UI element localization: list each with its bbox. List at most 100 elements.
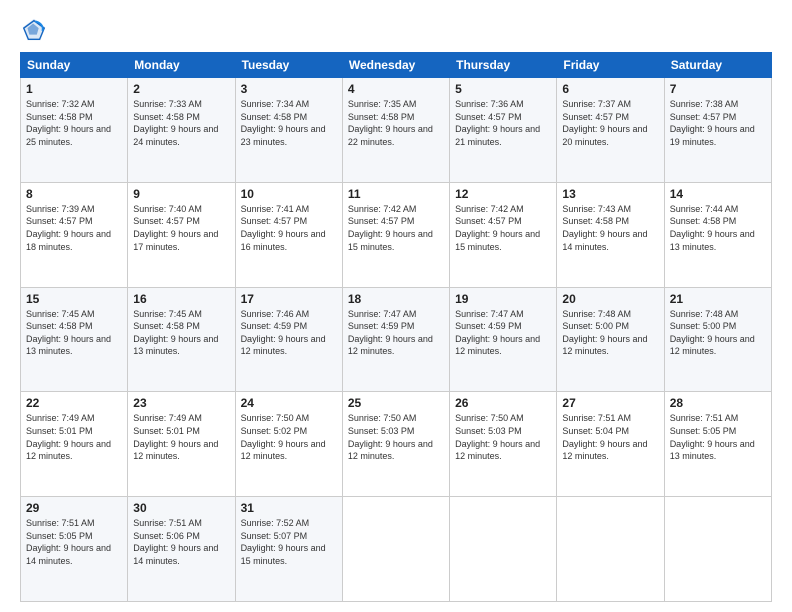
- day-info: Sunrise: 7:38 AMSunset: 4:57 PMDaylight:…: [670, 99, 755, 147]
- day-info: Sunrise: 7:51 AMSunset: 5:05 PMDaylight:…: [670, 413, 755, 461]
- day-info: Sunrise: 7:48 AMSunset: 5:00 PMDaylight:…: [670, 309, 755, 357]
- calendar-week-4: 22 Sunrise: 7:49 AMSunset: 5:01 PMDaylig…: [21, 392, 772, 497]
- day-info: Sunrise: 7:42 AMSunset: 4:57 PMDaylight:…: [455, 204, 540, 252]
- day-number: 9: [133, 187, 229, 201]
- day-number: 25: [348, 396, 444, 410]
- day-number: 20: [562, 292, 658, 306]
- calendar-week-3: 15 Sunrise: 7:45 AMSunset: 4:58 PMDaylig…: [21, 287, 772, 392]
- empty-cell: [450, 497, 557, 602]
- day-info: Sunrise: 7:44 AMSunset: 4:58 PMDaylight:…: [670, 204, 755, 252]
- day-info: Sunrise: 7:51 AMSunset: 5:06 PMDaylight:…: [133, 518, 218, 566]
- calendar-day-13: 13 Sunrise: 7:43 AMSunset: 4:58 PMDaylig…: [557, 182, 664, 287]
- calendar-day-22: 22 Sunrise: 7:49 AMSunset: 5:01 PMDaylig…: [21, 392, 128, 497]
- day-info: Sunrise: 7:45 AMSunset: 4:58 PMDaylight:…: [26, 309, 111, 357]
- calendar-week-5: 29 Sunrise: 7:51 AMSunset: 5:05 PMDaylig…: [21, 497, 772, 602]
- day-number: 4: [348, 82, 444, 96]
- weekday-header-friday: Friday: [557, 53, 664, 78]
- day-info: Sunrise: 7:41 AMSunset: 4:57 PMDaylight:…: [241, 204, 326, 252]
- day-number: 1: [26, 82, 122, 96]
- day-number: 23: [133, 396, 229, 410]
- calendar-day-6: 6 Sunrise: 7:37 AMSunset: 4:57 PMDayligh…: [557, 78, 664, 183]
- day-number: 10: [241, 187, 337, 201]
- calendar-day-31: 31 Sunrise: 7:52 AMSunset: 5:07 PMDaylig…: [235, 497, 342, 602]
- day-info: Sunrise: 7:51 AMSunset: 5:05 PMDaylight:…: [26, 518, 111, 566]
- calendar-day-12: 12 Sunrise: 7:42 AMSunset: 4:57 PMDaylig…: [450, 182, 557, 287]
- day-number: 26: [455, 396, 551, 410]
- weekday-header-tuesday: Tuesday: [235, 53, 342, 78]
- day-number: 11: [348, 187, 444, 201]
- day-number: 7: [670, 82, 766, 96]
- day-number: 19: [455, 292, 551, 306]
- calendar-day-8: 8 Sunrise: 7:39 AMSunset: 4:57 PMDayligh…: [21, 182, 128, 287]
- calendar-day-3: 3 Sunrise: 7:34 AMSunset: 4:58 PMDayligh…: [235, 78, 342, 183]
- day-number: 24: [241, 396, 337, 410]
- day-number: 29: [26, 501, 122, 515]
- day-info: Sunrise: 7:47 AMSunset: 4:59 PMDaylight:…: [455, 309, 540, 357]
- day-info: Sunrise: 7:52 AMSunset: 5:07 PMDaylight:…: [241, 518, 326, 566]
- day-info: Sunrise: 7:32 AMSunset: 4:58 PMDaylight:…: [26, 99, 111, 147]
- day-number: 21: [670, 292, 766, 306]
- day-number: 3: [241, 82, 337, 96]
- weekday-header-wednesday: Wednesday: [342, 53, 449, 78]
- day-info: Sunrise: 7:49 AMSunset: 5:01 PMDaylight:…: [26, 413, 111, 461]
- day-number: 18: [348, 292, 444, 306]
- day-number: 5: [455, 82, 551, 96]
- calendar-day-2: 2 Sunrise: 7:33 AMSunset: 4:58 PMDayligh…: [128, 78, 235, 183]
- day-number: 15: [26, 292, 122, 306]
- calendar-day-26: 26 Sunrise: 7:50 AMSunset: 5:03 PMDaylig…: [450, 392, 557, 497]
- day-info: Sunrise: 7:50 AMSunset: 5:03 PMDaylight:…: [455, 413, 540, 461]
- day-info: Sunrise: 7:35 AMSunset: 4:58 PMDaylight:…: [348, 99, 433, 147]
- day-number: 14: [670, 187, 766, 201]
- day-info: Sunrise: 7:50 AMSunset: 5:03 PMDaylight:…: [348, 413, 433, 461]
- calendar-day-29: 29 Sunrise: 7:51 AMSunset: 5:05 PMDaylig…: [21, 497, 128, 602]
- day-info: Sunrise: 7:36 AMSunset: 4:57 PMDaylight:…: [455, 99, 540, 147]
- day-number: 13: [562, 187, 658, 201]
- day-number: 16: [133, 292, 229, 306]
- day-info: Sunrise: 7:45 AMSunset: 4:58 PMDaylight:…: [133, 309, 218, 357]
- day-info: Sunrise: 7:33 AMSunset: 4:58 PMDaylight:…: [133, 99, 218, 147]
- calendar-week-1: 1 Sunrise: 7:32 AMSunset: 4:58 PMDayligh…: [21, 78, 772, 183]
- day-number: 8: [26, 187, 122, 201]
- calendar-day-15: 15 Sunrise: 7:45 AMSunset: 4:58 PMDaylig…: [21, 287, 128, 392]
- calendar-day-17: 17 Sunrise: 7:46 AMSunset: 4:59 PMDaylig…: [235, 287, 342, 392]
- day-info: Sunrise: 7:40 AMSunset: 4:57 PMDaylight:…: [133, 204, 218, 252]
- header: [20, 16, 772, 44]
- day-info: Sunrise: 7:46 AMSunset: 4:59 PMDaylight:…: [241, 309, 326, 357]
- day-number: 2: [133, 82, 229, 96]
- day-number: 30: [133, 501, 229, 515]
- calendar-day-9: 9 Sunrise: 7:40 AMSunset: 4:57 PMDayligh…: [128, 182, 235, 287]
- calendar-week-2: 8 Sunrise: 7:39 AMSunset: 4:57 PMDayligh…: [21, 182, 772, 287]
- calendar-day-24: 24 Sunrise: 7:50 AMSunset: 5:02 PMDaylig…: [235, 392, 342, 497]
- day-info: Sunrise: 7:34 AMSunset: 4:58 PMDaylight:…: [241, 99, 326, 147]
- weekday-header-thursday: Thursday: [450, 53, 557, 78]
- calendar-day-5: 5 Sunrise: 7:36 AMSunset: 4:57 PMDayligh…: [450, 78, 557, 183]
- calendar-day-18: 18 Sunrise: 7:47 AMSunset: 4:59 PMDaylig…: [342, 287, 449, 392]
- day-info: Sunrise: 7:43 AMSunset: 4:58 PMDaylight:…: [562, 204, 647, 252]
- day-number: 17: [241, 292, 337, 306]
- day-info: Sunrise: 7:37 AMSunset: 4:57 PMDaylight:…: [562, 99, 647, 147]
- day-info: Sunrise: 7:48 AMSunset: 5:00 PMDaylight:…: [562, 309, 647, 357]
- page: SundayMondayTuesdayWednesdayThursdayFrid…: [0, 0, 792, 612]
- calendar-day-14: 14 Sunrise: 7:44 AMSunset: 4:58 PMDaylig…: [664, 182, 771, 287]
- day-info: Sunrise: 7:47 AMSunset: 4:59 PMDaylight:…: [348, 309, 433, 357]
- empty-cell: [664, 497, 771, 602]
- day-info: Sunrise: 7:49 AMSunset: 5:01 PMDaylight:…: [133, 413, 218, 461]
- weekday-header-sunday: Sunday: [21, 53, 128, 78]
- calendar-day-28: 28 Sunrise: 7:51 AMSunset: 5:05 PMDaylig…: [664, 392, 771, 497]
- empty-cell: [342, 497, 449, 602]
- logo: [20, 16, 52, 44]
- day-number: 12: [455, 187, 551, 201]
- empty-cell: [557, 497, 664, 602]
- calendar-day-23: 23 Sunrise: 7:49 AMSunset: 5:01 PMDaylig…: [128, 392, 235, 497]
- calendar-day-30: 30 Sunrise: 7:51 AMSunset: 5:06 PMDaylig…: [128, 497, 235, 602]
- logo-icon: [20, 16, 48, 44]
- calendar-day-7: 7 Sunrise: 7:38 AMSunset: 4:57 PMDayligh…: [664, 78, 771, 183]
- weekday-header-monday: Monday: [128, 53, 235, 78]
- calendar-day-16: 16 Sunrise: 7:45 AMSunset: 4:58 PMDaylig…: [128, 287, 235, 392]
- calendar-day-10: 10 Sunrise: 7:41 AMSunset: 4:57 PMDaylig…: [235, 182, 342, 287]
- calendar-day-1: 1 Sunrise: 7:32 AMSunset: 4:58 PMDayligh…: [21, 78, 128, 183]
- day-number: 22: [26, 396, 122, 410]
- weekday-header-saturday: Saturday: [664, 53, 771, 78]
- day-info: Sunrise: 7:39 AMSunset: 4:57 PMDaylight:…: [26, 204, 111, 252]
- calendar-day-25: 25 Sunrise: 7:50 AMSunset: 5:03 PMDaylig…: [342, 392, 449, 497]
